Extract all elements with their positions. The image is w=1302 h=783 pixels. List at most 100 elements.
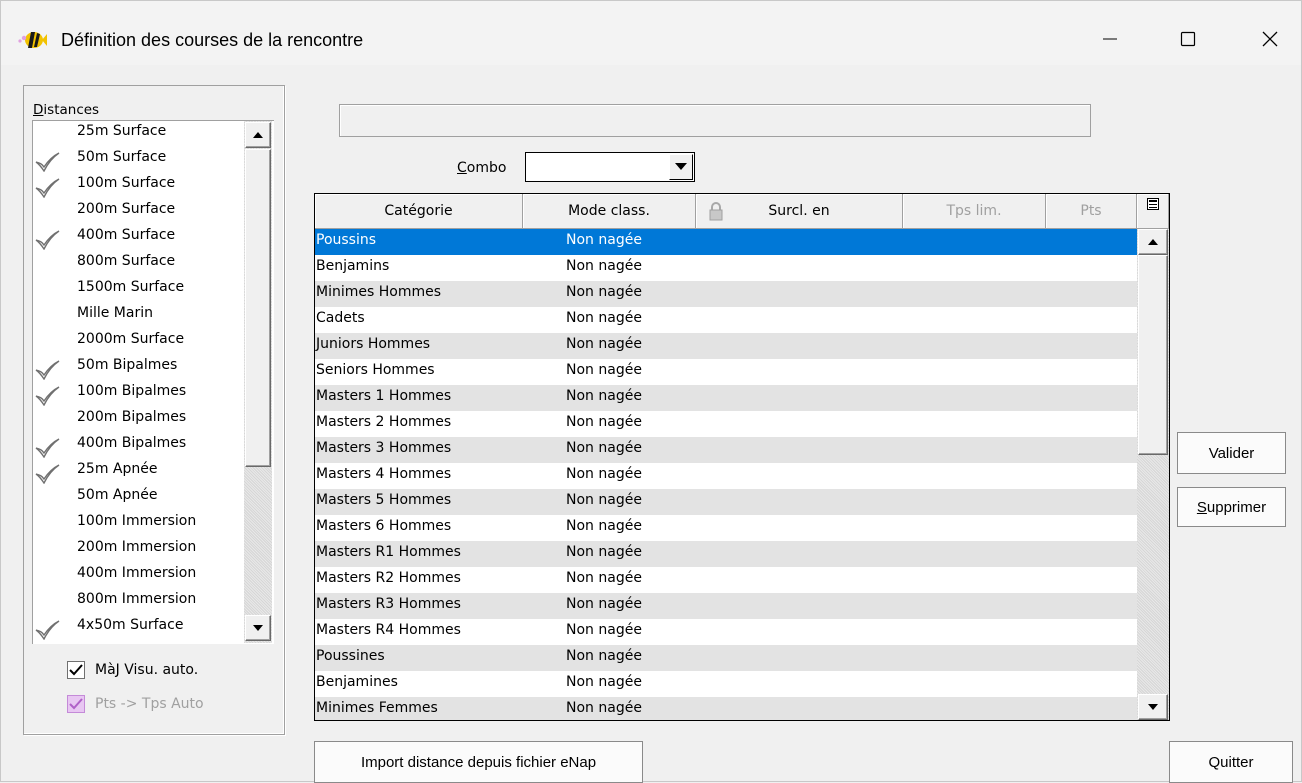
cell-categorie[interactable]: Masters R3 Hommes	[316, 596, 461, 612]
cell-mode-class[interactable]: Non nagée	[566, 570, 642, 586]
maj-visu-auto-checkbox[interactable]	[67, 661, 85, 679]
cell-categorie[interactable]: Poussins	[316, 232, 376, 248]
cell-mode-class[interactable]: Non nagée	[566, 310, 642, 326]
import-enap-button[interactable]: Import distance depuis fichier eNap	[314, 741, 643, 783]
column-header-pts[interactable]: Pts	[1046, 194, 1137, 229]
cell-categorie[interactable]: Masters 4 Hommes	[316, 466, 451, 482]
distance-item[interactable]: 2000m Surface	[33, 329, 245, 355]
cell-mode-class[interactable]: Non nagée	[566, 492, 642, 508]
combo-dropdown-button[interactable]	[669, 154, 693, 180]
scroll-down-button[interactable]	[245, 615, 271, 641]
table-row[interactable]: Masters 1 Hommes Non nagée	[315, 385, 1137, 411]
cell-categorie[interactable]: Minimes Femmes	[316, 700, 438, 716]
distances-scrollbar[interactable]	[244, 121, 272, 643]
distance-item[interactable]: 800m Surface	[33, 251, 245, 277]
table-row[interactable]: Poussines Non nagée	[315, 645, 1137, 671]
distance-item[interactable]: 100m Immersion	[33, 511, 245, 537]
distance-item[interactable]: 100m Bipalmes	[33, 381, 245, 407]
table-row[interactable]: Masters R3 Hommes Non nagée	[315, 593, 1137, 619]
cell-mode-class[interactable]: Non nagée	[566, 596, 642, 612]
cell-mode-class[interactable]: Non nagée	[566, 388, 642, 404]
distance-item[interactable]: 400m Bipalmes	[33, 433, 245, 459]
cell-categorie[interactable]: Masters 5 Hommes	[316, 492, 451, 508]
scroll-up-button[interactable]	[245, 122, 271, 148]
distance-item[interactable]: 50m Bipalmes	[33, 355, 245, 381]
table-row[interactable]: Minimes Hommes Non nagée	[315, 281, 1137, 307]
maximize-button[interactable]	[1165, 19, 1211, 59]
cell-mode-class[interactable]: Non nagée	[566, 622, 642, 638]
cell-categorie[interactable]: Juniors Hommes	[316, 336, 430, 352]
table-row[interactable]: Poussins Non nagée	[315, 229, 1137, 255]
cell-categorie[interactable]: Benjamines	[316, 674, 398, 690]
table-row[interactable]: Masters 6 Hommes Non nagée	[315, 515, 1137, 541]
distance-item[interactable]: 200m Bipalmes	[33, 407, 245, 433]
cell-categorie[interactable]: Poussines	[316, 648, 385, 664]
distance-item[interactable]: 100m Surface	[33, 173, 245, 199]
supprimer-button[interactable]: Supprimer	[1177, 487, 1286, 527]
distance-item[interactable]: 1500m Surface	[33, 277, 245, 303]
table-row[interactable]: Seniors Hommes Non nagée	[315, 359, 1137, 385]
description-field[interactable]	[339, 104, 1091, 137]
cell-categorie[interactable]: Masters 2 Hommes	[316, 414, 451, 430]
distance-item[interactable]: 50m Apnée	[33, 485, 245, 511]
cell-categorie[interactable]: Cadets	[316, 310, 365, 326]
table-row[interactable]: Benjamines Non nagée	[315, 671, 1137, 697]
cell-categorie[interactable]: Masters 6 Hommes	[316, 518, 451, 534]
combo-select[interactable]	[525, 152, 695, 182]
close-button[interactable]	[1247, 19, 1293, 59]
grid-scrollbar[interactable]	[1137, 229, 1169, 720]
distance-item[interactable]: Mille Marin	[33, 303, 245, 329]
distances-list[interactable]: 25m Surface 50m Surface 100m Surface 200m S…	[32, 120, 274, 644]
distance-item[interactable]: 800m Immersion	[33, 589, 245, 615]
table-row[interactable]: Masters 3 Hommes Non nagée	[315, 437, 1137, 463]
table-row[interactable]: Benjamins Non nagée	[315, 255, 1137, 281]
cell-mode-class[interactable]: Non nagée	[566, 336, 642, 352]
cell-categorie[interactable]: Masters 1 Hommes	[316, 388, 451, 404]
table-row[interactable]: Masters 5 Hommes Non nagée	[315, 489, 1137, 515]
distance-item[interactable]: 4x50m Surface	[33, 615, 245, 641]
pts-tps-auto-option[interactable]: Pts -> Tps Auto	[67, 693, 204, 715]
column-header-tps-lim[interactable]: Tps lim.	[903, 194, 1046, 229]
cell-mode-class[interactable]: Non nagée	[566, 414, 642, 430]
maj-visu-auto-option[interactable]: MàJ Visu. auto.	[67, 659, 198, 681]
distance-item[interactable]: 400m Immersion	[33, 563, 245, 589]
cell-mode-class[interactable]: Non nagée	[566, 258, 642, 274]
table-row[interactable]: Juniors Hommes Non nagée	[315, 333, 1137, 359]
cell-mode-class[interactable]: Non nagée	[566, 466, 642, 482]
table-row[interactable]: Masters R1 Hommes Non nagée	[315, 541, 1137, 567]
cell-mode-class[interactable]: Non nagée	[566, 362, 642, 378]
cell-categorie[interactable]: Masters R4 Hommes	[316, 622, 461, 638]
distance-item[interactable]: 50m Surface	[33, 147, 245, 173]
cell-categorie[interactable]: Minimes Hommes	[316, 284, 441, 300]
column-header-categorie[interactable]: Catégorie	[315, 194, 523, 229]
distance-item[interactable]: 200m Surface	[33, 199, 245, 225]
quitter-button[interactable]: Quitter	[1169, 741, 1293, 783]
distance-item[interactable]: 25m Apnée	[33, 459, 245, 485]
distance-item[interactable]: 25m Surface	[33, 121, 245, 147]
cell-mode-class[interactable]: Non nagée	[566, 440, 642, 456]
cell-categorie[interactable]: Masters 3 Hommes	[316, 440, 451, 456]
grid-scroll-thumb[interactable]	[1138, 255, 1168, 455]
table-row[interactable]: Minimes Femmes Non nagée	[315, 697, 1137, 720]
column-header-mode-class[interactable]: Mode class.	[523, 194, 696, 229]
column-chooser-button[interactable]	[1137, 194, 1169, 229]
categories-grid[interactable]: Catégorie Mode class. Surcl. en Tps lim.…	[314, 193, 1170, 721]
cell-categorie[interactable]: Seniors Hommes	[316, 362, 435, 378]
cell-mode-class[interactable]: Non nagée	[566, 700, 642, 716]
cell-mode-class[interactable]: Non nagée	[566, 232, 642, 248]
table-row[interactable]: Cadets Non nagée	[315, 307, 1137, 333]
grid-scroll-down-button[interactable]	[1138, 694, 1168, 720]
minimize-button[interactable]	[1087, 19, 1133, 59]
scroll-thumb[interactable]	[245, 149, 271, 467]
column-header-surcl-en[interactable]: Surcl. en	[696, 194, 903, 229]
cell-categorie[interactable]: Masters R2 Hommes	[316, 570, 461, 586]
cell-mode-class[interactable]: Non nagée	[566, 674, 642, 690]
table-row[interactable]: Masters R4 Hommes Non nagée	[315, 619, 1137, 645]
table-row[interactable]: Masters R2 Hommes Non nagée	[315, 567, 1137, 593]
distance-item[interactable]: 200m Immersion	[33, 537, 245, 563]
cell-mode-class[interactable]: Non nagée	[566, 648, 642, 664]
cell-categorie[interactable]: Benjamins	[316, 258, 389, 274]
cell-mode-class[interactable]: Non nagée	[566, 284, 642, 300]
cell-mode-class[interactable]: Non nagée	[566, 518, 642, 534]
distance-item[interactable]: 400m Surface	[33, 225, 245, 251]
